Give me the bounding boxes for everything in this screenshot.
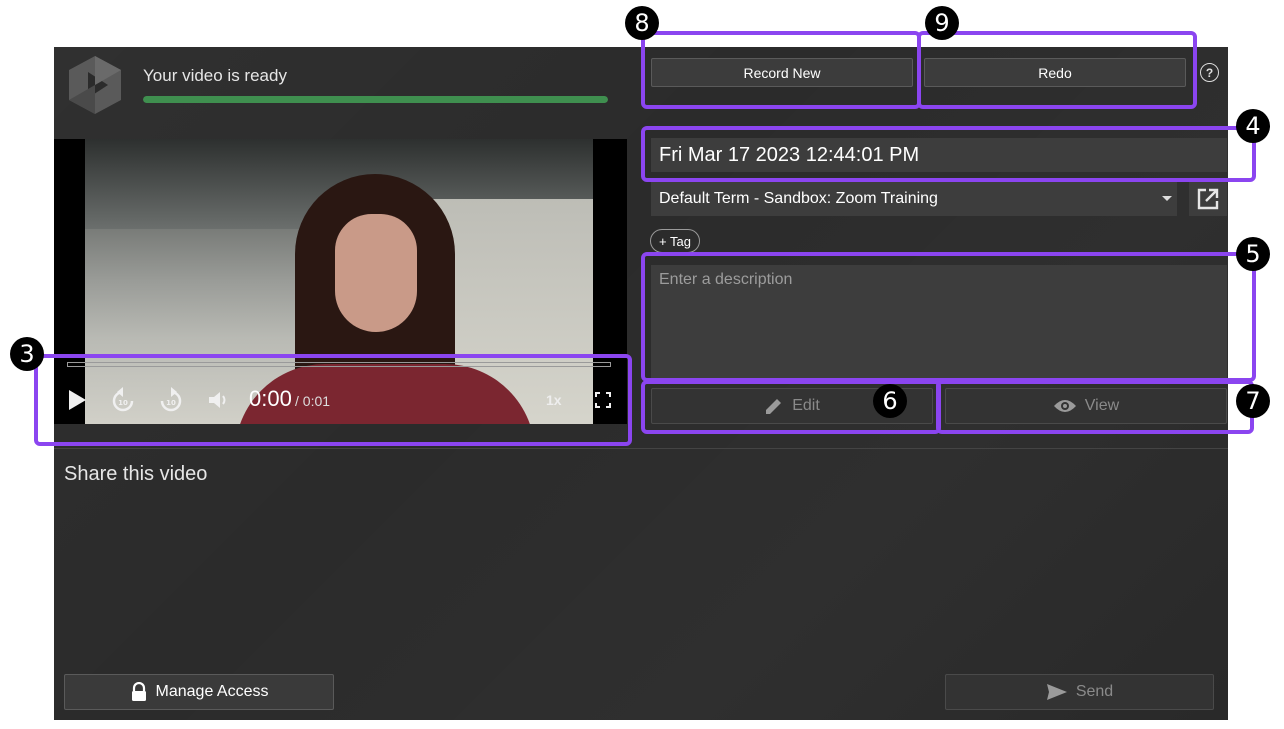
marker-6: 6 (873, 384, 907, 418)
upload-progress-bar (143, 96, 608, 103)
highlight-player-controls (34, 354, 632, 446)
video-status-text: Your video is ready (143, 66, 287, 85)
send-button[interactable]: Send (945, 674, 1214, 710)
upload-progress-fill (143, 96, 608, 103)
marker-3: 3 (10, 337, 44, 371)
send-label: Send (1075, 683, 1114, 700)
folder-select[interactable]: Default Term - Sandbox: Zoom Training (651, 182, 1177, 216)
marker-8: 8 (625, 6, 659, 40)
highlight-record-new (641, 31, 921, 109)
marker-4: 4 (1236, 109, 1270, 143)
share-title: Share this video (64, 463, 208, 485)
send-icon (1046, 684, 1067, 700)
panopto-logo-icon (69, 56, 121, 114)
highlight-view (936, 380, 1254, 434)
external-link-icon (1197, 188, 1219, 210)
highlight-title (641, 126, 1256, 182)
highlight-description (641, 252, 1256, 382)
marker-7: 7 (1236, 384, 1270, 418)
lock-icon (131, 682, 146, 701)
open-folder-button[interactable] (1189, 182, 1227, 216)
chevron-down-icon (1162, 196, 1172, 201)
manage-access-label: Manage Access (155, 683, 269, 700)
video-person-face (335, 214, 417, 332)
help-icon[interactable]: ? (1200, 63, 1219, 82)
marker-5: 5 (1236, 237, 1270, 271)
highlight-redo (917, 31, 1197, 109)
add-tag-button[interactable]: + Tag (650, 229, 700, 253)
manage-access-button[interactable]: Manage Access (64, 674, 334, 710)
marker-9: 9 (925, 6, 959, 40)
